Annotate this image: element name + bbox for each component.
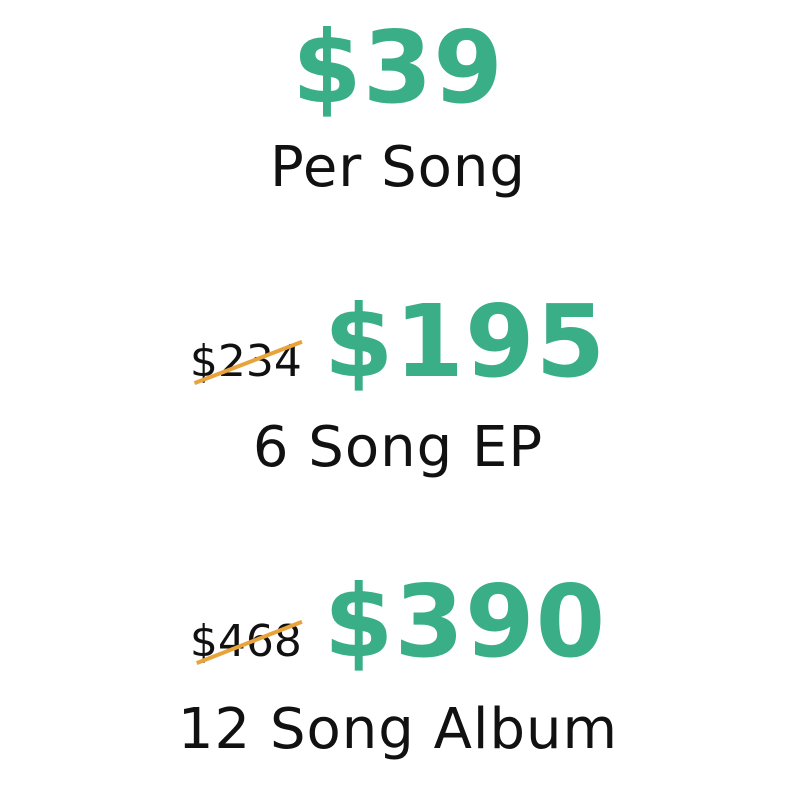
pricing-tier-album: $468 $390 12 Song Album [0, 572, 796, 758]
old-price-ep: $234 [190, 340, 302, 384]
old-price-ep-text: $234 [189, 336, 302, 387]
pricing-tier-per-song: $39 Per Song [0, 18, 796, 196]
tier-label-per-song: Per Song [270, 135, 526, 200]
price-row: $468 $390 [0, 572, 796, 672]
tier-label-album: 12 Song Album [177, 697, 619, 762]
price-row: $234 $195 [0, 292, 796, 392]
price-ep: $195 [323, 283, 607, 400]
pricing-tier-ep: $234 $195 6 Song EP [0, 292, 796, 476]
price-row: $39 [0, 18, 796, 118]
price-per-song: $39 [292, 9, 504, 126]
price-album: $390 [323, 563, 607, 680]
old-price-album: $468 [190, 620, 302, 664]
tier-label-ep: 6 Song EP [252, 415, 544, 480]
old-price-album-text: $468 [189, 616, 302, 667]
